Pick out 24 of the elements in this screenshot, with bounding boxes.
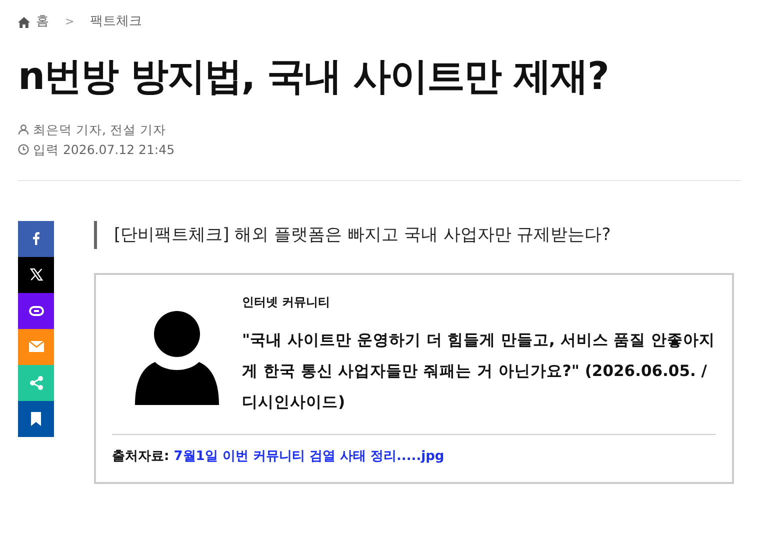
bookmark-share-button[interactable] xyxy=(18,400,54,437)
breadcrumb-link[interactable]: 홈 xyxy=(36,12,49,32)
article-subtitle: [단비팩트체크] 해외 플랫폼은 빠지고 국내 사업자만 규제받는다? xyxy=(94,220,741,249)
x-icon xyxy=(30,268,42,282)
share-icon xyxy=(30,376,42,390)
bookmark-icon xyxy=(31,412,41,426)
x-share-button[interactable] xyxy=(18,256,54,293)
envelope-icon xyxy=(28,341,44,352)
facebook-icon xyxy=(32,232,40,246)
published-date: 입력 2026.07.12 21:45 xyxy=(33,140,175,159)
reference-link[interactable]: 7월1일 이번 커뮤니티 검열 사태 정리.....jpg xyxy=(174,448,444,464)
link-icon xyxy=(28,306,44,316)
clock-icon xyxy=(18,144,29,156)
person-icon xyxy=(18,124,29,136)
author-text: 최은덕 기자, 전설 기자 xyxy=(33,120,166,139)
facebook-share-button[interactable] xyxy=(18,220,54,257)
article-title: n번방 방지법, 국내 사이트만 제재? xyxy=(18,54,610,100)
breadcrumb-link[interactable]: 팩트체크 xyxy=(90,12,142,32)
breadcrumb-separator: > xyxy=(65,14,74,30)
home-icon xyxy=(18,16,30,28)
link-share-button[interactable] xyxy=(18,292,54,329)
quote-text: "국내 사이트만 운영하기 더 힘들게 만들고, 서비스 품질 안좋아지게 한국 통신 사업자들만 줘패는 거 아닌가요?" (2026.06.05. / 디시인사이드) xyxy=(242,330,716,413)
source-label: 인터넷 커뮤니티 xyxy=(242,294,332,311)
reference-label: 출처자료: xyxy=(112,448,170,464)
